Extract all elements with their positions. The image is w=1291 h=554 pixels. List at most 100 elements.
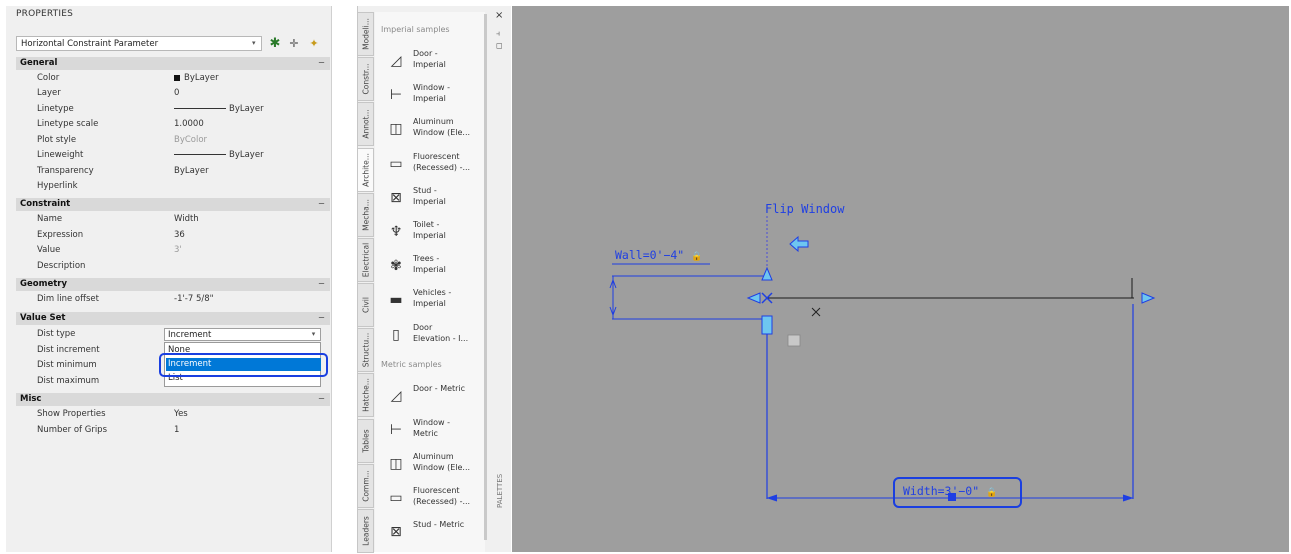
palette-tool-item[interactable]: ▬ Vehicles - Imperial: [385, 285, 485, 317]
palette-tab-label: Constr...: [361, 63, 370, 95]
prop-row-linetype-scale[interactable]: Linetype scale 1.0000: [16, 117, 330, 132]
palette-tool-item[interactable]: ▯ Door Elevation - I...: [385, 320, 485, 352]
section-geometry[interactable]: Geometry −: [16, 278, 330, 291]
palette-tool-item[interactable]: ⊢ Window - Metric: [385, 415, 485, 447]
prop-row-layer[interactable]: Layer 0: [16, 86, 330, 101]
width-constraint-label[interactable]: Width=3'−0" 🔒: [903, 484, 997, 498]
palette-tab[interactable]: Leaders: [357, 508, 374, 553]
chevron-down-icon[interactable]: ▾: [308, 329, 319, 340]
door-icon: ◿: [390, 53, 402, 69]
width-constraint-value: Width=3'−0": [903, 484, 980, 498]
prop-key: Expression: [37, 230, 84, 240]
section-value-set[interactable]: Value Set −: [16, 312, 330, 325]
palette-tab[interactable]: Comm...: [357, 463, 374, 508]
palette-tool-label: Trees - Imperial: [413, 254, 446, 275]
close-icon[interactable]: ×: [495, 10, 503, 21]
palette-tab[interactable]: Mecha...: [357, 192, 374, 237]
palette-tab-label: Structu...: [361, 332, 370, 368]
palette-tab[interactable]: Modeli...: [357, 12, 374, 57]
palette-tab[interactable]: Annot...: [357, 102, 374, 147]
palette-tool-item[interactable]: ◿ Door - Metric: [385, 381, 485, 413]
palette-tab-label: Mecha...: [361, 198, 370, 231]
palette-tab[interactable]: Tables: [357, 418, 374, 463]
prop-value: ByLayer: [174, 71, 219, 86]
window-icon: ⊢: [389, 87, 403, 104]
palette-tab[interactable]: Archite...: [357, 147, 374, 192]
prop-row-lineweight[interactable]: Lineweight ByLayer: [16, 148, 330, 163]
palette-tool-item[interactable]: ✾ Trees - Imperial: [385, 251, 485, 283]
palette-tab[interactable]: Electrical: [357, 237, 374, 282]
palette-tool-item[interactable]: ⊠ Stud - Imperial: [385, 183, 485, 215]
prop-row-color[interactable]: Color ByLayer: [16, 71, 330, 86]
prop-key: Linetype scale: [37, 119, 99, 129]
palette-tool-label: Window - Metric: [413, 418, 450, 438]
palette-tabs: Modeli... Constr... Annot... Archite... Mech…: [357, 12, 375, 554]
prop-row-plot-style[interactable]: Plot style ByColor: [16, 133, 330, 148]
drawing-svg: [609, 216, 1156, 502]
dist-type-select[interactable]: Increment: [164, 328, 321, 341]
palette-tab[interactable]: Structu...: [357, 328, 374, 373]
collapse-icon[interactable]: −: [318, 312, 325, 325]
prop-row-expression[interactable]: Expression 36: [16, 228, 330, 243]
object-type-select[interactable]: Horizontal Constraint Parameter: [16, 36, 262, 51]
select-objects-icon[interactable]: ✛: [286, 36, 302, 52]
section-constraint[interactable]: Constraint −: [16, 198, 330, 211]
prop-row-transparency[interactable]: Transparency ByLayer: [16, 164, 330, 179]
collapse-icon[interactable]: −: [318, 278, 325, 291]
palette-tool-item[interactable]: ⊠ Stud - Metric: [385, 517, 485, 549]
prop-row-description[interactable]: Description: [16, 259, 330, 274]
section-general[interactable]: General −: [16, 57, 330, 70]
grip-up-arrow: [761, 266, 773, 281]
door-elevation-icon: ▯: [392, 326, 400, 343]
palette-tab[interactable]: Constr...: [357, 57, 374, 102]
palette-tab-label: Hatche...: [361, 378, 370, 413]
prop-value: ByLayer: [174, 166, 209, 176]
palette-tool-label: Stud - Metric: [413, 520, 465, 529]
palette-tool-item[interactable]: ◿ Door - Imperial: [385, 46, 485, 78]
prop-key: Layer: [37, 88, 61, 98]
palette-tool-item[interactable]: ◫ Aluminum Window (Ele...: [385, 114, 485, 146]
prop-key: Dist type: [37, 329, 76, 339]
grip-left-arrow: [746, 292, 761, 304]
collapse-icon[interactable]: −: [318, 57, 325, 70]
prop-row-hyperlink[interactable]: Hyperlink: [16, 179, 330, 194]
prop-row-value[interactable]: Value 3': [16, 243, 330, 258]
palette-tab-label: Annot...: [361, 109, 370, 140]
flip-window-label[interactable]: Flip Window: [765, 202, 844, 216]
palette-tool-item[interactable]: ▭ Fluorescent (Recessed) -...: [385, 149, 485, 181]
prop-key: Dim line offset: [37, 294, 99, 304]
fluorescent-icon: ▭: [389, 155, 403, 172]
prop-key: Description: [37, 261, 86, 271]
section-misc[interactable]: Misc −: [16, 393, 330, 406]
prop-row-dim-line-offset[interactable]: Dim line offset -1'-7 5/8": [16, 292, 330, 307]
drawing-canvas[interactable]: Flip Window Wall=0'−4" 🔒 Width=3'−0" 🔒: [512, 6, 1289, 552]
palette-tool-item[interactable]: ⊢ Window - Imperial: [385, 80, 485, 112]
palette-tool-label: Vehicles - Imperial: [413, 288, 452, 309]
quick-select-icon[interactable]: ✦: [306, 36, 322, 52]
prop-row-name[interactable]: Name Width: [16, 212, 330, 227]
palette-tool-label: Window - Imperial: [413, 83, 450, 104]
palette-tool-label: Door Elevation - I...: [413, 322, 469, 343]
palette-tab-label: Tables: [361, 428, 370, 453]
prop-row-show-properties[interactable]: Show Properties Yes: [16, 407, 330, 422]
palette-tool-label: Fluorescent (Recessed) -...: [413, 486, 471, 506]
palette-tab[interactable]: Hatche...: [357, 373, 374, 418]
prop-value: ByLayer: [174, 102, 264, 117]
prop-row-number-of-grips[interactable]: Number of Grips 1: [16, 423, 330, 438]
palette-tool-item[interactable]: ▭ Fluorescent (Recessed) -...: [385, 483, 485, 515]
collapse-icon[interactable]: −: [318, 393, 325, 406]
palette-tab[interactable]: Civil: [357, 283, 374, 328]
collapse-icon[interactable]: −: [318, 198, 325, 211]
section-value-set-label: Value Set: [20, 313, 66, 323]
palette-tool-item[interactable]: ♆ Toilet - Imperial: [385, 217, 485, 249]
toggle-pickadd-icon[interactable]: ✱: [267, 36, 283, 52]
palette-tool-item[interactable]: ◫ Aluminum Window (Ele...: [385, 449, 485, 481]
wall-constraint-label[interactable]: Wall=0'−4" 🔒: [615, 248, 702, 262]
lock-icon: 🔒: [691, 252, 703, 262]
palette-tool-label: Door - Imperial: [413, 49, 446, 69]
prop-key: Number of Grips: [37, 425, 108, 435]
flip-arrow-icon: [789, 235, 809, 253]
prop-row-linetype[interactable]: Linetype ByLayer: [16, 102, 330, 117]
chevron-down-icon[interactable]: ▾: [252, 37, 260, 49]
palette-options-icon[interactable]: ⫞ ◻: [496, 28, 503, 52]
